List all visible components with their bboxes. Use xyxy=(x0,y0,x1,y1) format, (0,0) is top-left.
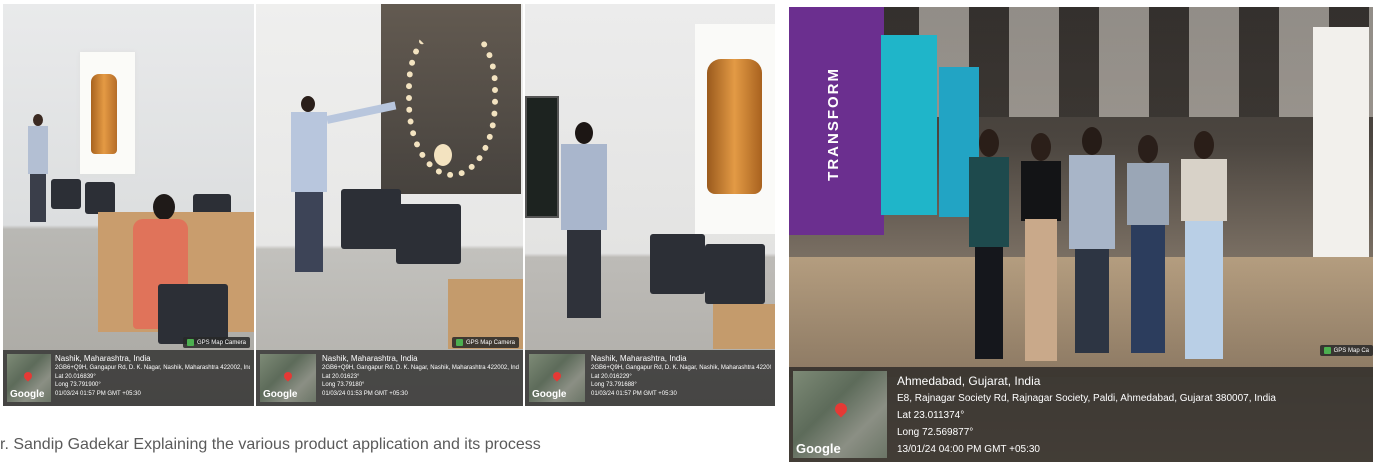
gps-badge: GPS Map Ca xyxy=(1319,345,1373,356)
badge-label: GPS Map Camera xyxy=(465,339,515,346)
gps-address: 2GB6+Q9H, Gangapur Rd, D. K. Nagar, Nash… xyxy=(55,365,250,371)
gps-long: Long 72.569877° xyxy=(897,427,974,438)
map-thumbnail: Google xyxy=(260,354,316,402)
photo-presentation-2: GPS Map Camera Google Nashik, Maharashtr… xyxy=(256,4,523,406)
google-logo: Google xyxy=(10,389,45,400)
map-pin-icon xyxy=(832,400,850,418)
gps-overlay: Google Nashik, Maharashtra, India 2GB6+Q… xyxy=(3,350,254,406)
gps-overlay: Google Nashik, Maharashtra, India 2GB6+Q… xyxy=(256,350,523,406)
gps-datetime: 01/03/24 01:53 PM GMT +05:30 xyxy=(322,390,408,397)
chair xyxy=(158,284,228,344)
gps-lat: Lat 20.016229° xyxy=(591,373,632,380)
gps-lat: Lat 23.011374° xyxy=(897,410,965,421)
camera-icon xyxy=(455,339,463,346)
gps-overlay: Google Nashik, Maharashtra, India 2GB6+Q… xyxy=(525,350,775,406)
gps-lat: Lat 20.016839° xyxy=(55,373,96,380)
gps-badge: GPS Map Camera xyxy=(182,337,250,348)
map-pin-icon xyxy=(282,370,294,382)
gps-address: E8, Rajnagar Society Rd, Rajnagar Societ… xyxy=(897,393,1276,404)
map-pin-icon xyxy=(22,370,34,382)
google-logo: Google xyxy=(532,389,567,400)
projected-object xyxy=(91,74,117,154)
map-thumbnail: Google xyxy=(529,354,585,402)
gps-text: Ahmedabad, Gujarat, India E8, Rajnagar S… xyxy=(897,373,1369,458)
banner-text: TRANSFORM xyxy=(825,67,842,181)
gps-address: 2GB6+Q9H, Gangapur Rd, D. K. Nagar, Nash… xyxy=(591,365,771,371)
map-pin-icon xyxy=(551,370,563,382)
gps-badge: GPS Map Camera xyxy=(451,337,519,348)
google-logo: Google xyxy=(796,441,841,456)
chair xyxy=(85,182,115,214)
projected-necklace xyxy=(406,26,498,178)
student xyxy=(1019,133,1063,365)
tv-screen xyxy=(525,96,559,218)
gps-long: Long 73.79180° xyxy=(322,382,365,388)
badge-label: GPS Map Camera xyxy=(196,339,246,346)
presenter xyxy=(289,96,397,276)
student xyxy=(1067,127,1117,357)
gps-city: Nashik, Maharashtra, India xyxy=(322,354,418,363)
chair xyxy=(51,179,81,209)
gps-long: Long 73.791900° xyxy=(55,382,101,388)
chair xyxy=(341,189,401,249)
presenter xyxy=(27,114,49,224)
caption: r. Sandip Gadekar Explaining the various… xyxy=(0,436,541,453)
gps-overlay: Google Ahmedabad, Gujarat, India E8, Raj… xyxy=(789,367,1373,462)
gps-city: Ahmedabad, Gujarat, India xyxy=(897,374,1041,388)
chair xyxy=(650,234,705,294)
google-logo: Google xyxy=(263,389,298,400)
student xyxy=(1125,135,1171,357)
map-thumbnail: Google xyxy=(7,354,51,402)
presenter xyxy=(557,122,611,322)
projected-pendant xyxy=(434,144,452,166)
photo-presentation-3: Google Nashik, Maharashtra, India 2GB6+Q… xyxy=(525,4,775,406)
gps-address: 2GB6+Q9H, Gangapur Rd, D. K. Nagar, Nash… xyxy=(322,365,519,371)
photo-presentation-1: GPS Map Camera Google Nashik, Maharashtr… xyxy=(3,4,254,406)
camera-icon xyxy=(186,339,194,346)
chair xyxy=(396,204,461,264)
gps-text: Nashik, Maharashtra, India 2GB6+Q9H, Gan… xyxy=(55,353,250,398)
student xyxy=(967,129,1011,364)
photo-group: TRANSFORM GPS Map Ca Google Ahmedabad, G… xyxy=(789,7,1373,462)
banner-purple: TRANSFORM xyxy=(789,7,884,235)
projected-object xyxy=(707,59,762,194)
gps-datetime: 01/03/24 01:57 PM GMT +05:30 xyxy=(591,390,677,397)
gps-long: Long 73.791688° xyxy=(591,382,637,388)
chair xyxy=(705,244,765,304)
desk xyxy=(713,304,775,349)
gps-datetime: 01/03/24 01:57 PM GMT +05:30 xyxy=(55,390,141,397)
student xyxy=(1179,131,1229,363)
banner-teal xyxy=(881,35,937,215)
gps-lat: Lat 20.01623° xyxy=(322,373,360,380)
map-thumbnail: Google xyxy=(793,371,887,458)
camera-icon xyxy=(1323,347,1331,354)
gps-text: Nashik, Maharashtra, India 2GB6+Q9H, Gan… xyxy=(322,353,519,398)
gps-city: Nashik, Maharashtra, India xyxy=(55,354,151,363)
gps-city: Nashik, Maharashtra, India xyxy=(591,354,687,363)
gps-text: Nashik, Maharashtra, India 2GB6+Q9H, Gan… xyxy=(591,353,771,398)
badge-label: GPS Map Ca xyxy=(1333,347,1369,354)
gps-datetime: 13/01/24 04:00 PM GMT +05:30 xyxy=(897,444,1040,455)
